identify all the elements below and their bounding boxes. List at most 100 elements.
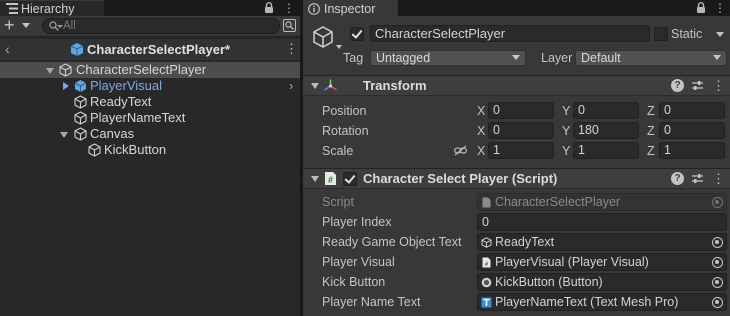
inspector-tab[interactable]: Inspector bbox=[303, 0, 398, 16]
transform-axes-icon bbox=[324, 79, 337, 91]
position-y-axis-label[interactable]: Y bbox=[562, 103, 570, 119]
player-name-text-label: Player Name Text bbox=[322, 295, 421, 309]
component-enabled-checkbox[interactable] bbox=[343, 172, 357, 186]
scale-x-axis-label[interactable]: X bbox=[477, 143, 485, 159]
foldout-arrow-icon[interactable] bbox=[311, 83, 319, 89]
object-name-field[interactable]: CharacterSelectPlayer bbox=[370, 25, 650, 42]
tree-item-label: KickButton bbox=[104, 142, 167, 157]
rotation-x-axis-label[interactable]: X bbox=[477, 123, 485, 139]
prefab-cube-icon bbox=[74, 80, 87, 92]
scale-z-axis-label[interactable]: Z bbox=[647, 143, 655, 159]
tag-value: Untagged bbox=[376, 51, 431, 65]
prefab-breadcrumb-bar: ‹ CharacterSelectPlayer* ⋮ bbox=[0, 39, 300, 60]
object-picker-icon[interactable] bbox=[712, 257, 723, 268]
tag-dropdown[interactable]: Untagged bbox=[370, 50, 526, 66]
help-icon[interactable]: ? bbox=[671, 172, 684, 185]
hierarchy-panel: Hierarchy ⋮ + All ‹ CharacterSelectPlaye… bbox=[0, 0, 300, 316]
object-picker-icon[interactable] bbox=[712, 237, 723, 248]
player-visual-value: PlayerVisual (Player Visual) bbox=[495, 255, 649, 269]
hierarchy-search-input[interactable]: All bbox=[42, 18, 280, 34]
transform-header[interactable]: Transform ? ⋮ bbox=[303, 75, 730, 96]
hierarchy-toolbar: + All bbox=[0, 15, 300, 37]
gameobject-icon bbox=[74, 95, 87, 109]
kick-button-label: Kick Button bbox=[322, 275, 386, 289]
gameobject-icon bbox=[74, 111, 87, 125]
kick-button-field[interactable]: KickButton (Button) bbox=[477, 273, 727, 291]
gameobject-icon bbox=[481, 237, 492, 248]
gameobject-icon bbox=[88, 143, 101, 157]
icon-picker-chevron-icon[interactable] bbox=[336, 45, 342, 49]
collapsed-arrow-icon[interactable] bbox=[63, 82, 69, 90]
component-menu-icon[interactable]: ⋮ bbox=[712, 79, 725, 93]
object-picker-icon bbox=[712, 197, 723, 208]
scene-visibility-icon[interactable] bbox=[283, 19, 296, 32]
static-dropdown-icon[interactable] bbox=[716, 32, 724, 37]
rotation-z-axis-label[interactable]: Z bbox=[647, 123, 655, 139]
scale-z-field[interactable]: 1 bbox=[659, 142, 725, 159]
open-prefab-chevron-icon[interactable]: › bbox=[289, 78, 293, 94]
help-icon[interactable]: ? bbox=[671, 79, 684, 92]
create-button[interactable]: + bbox=[4, 15, 34, 35]
static-checkbox[interactable] bbox=[654, 27, 668, 41]
ready-game-object-text-label: Ready Game Object Text bbox=[322, 235, 462, 249]
player-visual-field[interactable]: # PlayerVisual (Player Visual) bbox=[477, 253, 727, 271]
foldout-arrow-icon[interactable] bbox=[311, 176, 319, 182]
player-name-text-value: PlayerNameText (Text Mesh Pro) bbox=[495, 295, 679, 309]
presets-sliders-icon[interactable] bbox=[691, 172, 704, 185]
back-arrow-icon[interactable]: ‹ bbox=[5, 41, 10, 57]
tree-item-characterselectplayer[interactable]: CharacterSelectPlayer bbox=[0, 62, 300, 78]
prefab-scene-name: CharacterSelectPlayer* bbox=[87, 42, 231, 57]
scale-label: Scale bbox=[322, 144, 354, 158]
rotation-x-field[interactable]: 0 bbox=[488, 122, 554, 139]
constrain-proportions-link-icon[interactable] bbox=[454, 145, 467, 156]
inspector-panel: Inspector ⋮ CharacterSelectPlayer Static… bbox=[303, 0, 730, 316]
tree-item-canvas[interactable]: Canvas bbox=[0, 126, 300, 142]
scale-y-field[interactable]: 1 bbox=[573, 142, 639, 159]
scale-y-axis-label[interactable]: Y bbox=[562, 143, 570, 159]
rotation-z-field[interactable]: 0 bbox=[659, 122, 725, 139]
player-index-field[interactable]: 0 bbox=[477, 213, 727, 231]
csharp-script-icon: # bbox=[325, 172, 336, 185]
position-z-field[interactable]: 0 bbox=[659, 102, 725, 119]
position-x-field[interactable]: 0 bbox=[488, 102, 554, 119]
csharp-script-icon: # bbox=[482, 257, 491, 268]
player-name-text-field[interactable]: PlayerNameText (Text Mesh Pro) bbox=[477, 293, 727, 311]
rotation-y-axis-label[interactable]: Y bbox=[562, 123, 570, 139]
object-picker-icon[interactable] bbox=[712, 297, 723, 308]
tree-item-kickbutton[interactable]: KickButton bbox=[0, 142, 300, 158]
position-z-axis-label[interactable]: Z bbox=[647, 103, 655, 119]
tree-item-label: Canvas bbox=[90, 126, 135, 141]
scale-x-field[interactable]: 1 bbox=[488, 142, 554, 159]
active-checkbox[interactable] bbox=[350, 27, 364, 41]
kick-button-value: KickButton (Button) bbox=[495, 275, 603, 289]
ready-game-object-text-field[interactable]: ReadyText bbox=[477, 233, 727, 251]
plus-icon: + bbox=[4, 15, 15, 35]
lock-icon[interactable] bbox=[696, 2, 706, 14]
script-component-header[interactable]: # Character Select Player (Script) ? ⋮ bbox=[303, 168, 730, 189]
ready-game-object-text-value: ReadyText bbox=[495, 235, 555, 249]
hierarchy-tab-menu-icon[interactable]: ⋮ bbox=[283, 0, 295, 16]
scene-menu-icon[interactable]: ⋮ bbox=[285, 42, 298, 56]
component-menu-icon[interactable]: ⋮ bbox=[712, 172, 725, 186]
tree-item-playernametext[interactable]: PlayerNameText bbox=[0, 110, 300, 126]
expand-arrow-icon[interactable] bbox=[46, 68, 54, 74]
object-picker-icon[interactable] bbox=[712, 277, 723, 288]
inspector-tab-menu-icon[interactable]: ⋮ bbox=[714, 0, 726, 16]
hierarchy-tab-bar: Hierarchy ⋮ bbox=[0, 0, 300, 16]
hierarchy-tab[interactable]: Hierarchy bbox=[0, 0, 104, 16]
lock-icon[interactable] bbox=[264, 2, 274, 14]
hierarchy-list-icon bbox=[6, 3, 18, 14]
position-x-axis-label[interactable]: X bbox=[477, 103, 485, 119]
expand-arrow-icon[interactable] bbox=[60, 132, 68, 138]
button-component-icon bbox=[481, 277, 492, 288]
position-y-field[interactable]: 0 bbox=[573, 102, 639, 119]
rotation-y-field[interactable]: 180 bbox=[573, 122, 639, 139]
chevron-down-icon bbox=[22, 23, 30, 28]
tree-item-readytext[interactable]: ReadyText bbox=[0, 94, 300, 110]
inspector-tab-bar: Inspector ⋮ bbox=[303, 0, 730, 16]
layer-dropdown[interactable]: Default bbox=[575, 50, 727, 66]
tree-item-playervisual[interactable]: PlayerVisual › bbox=[0, 78, 300, 94]
script-object-field: CharacterSelectPlayer bbox=[477, 193, 727, 211]
presets-sliders-icon[interactable] bbox=[691, 79, 704, 92]
layer-value: Default bbox=[581, 51, 621, 65]
